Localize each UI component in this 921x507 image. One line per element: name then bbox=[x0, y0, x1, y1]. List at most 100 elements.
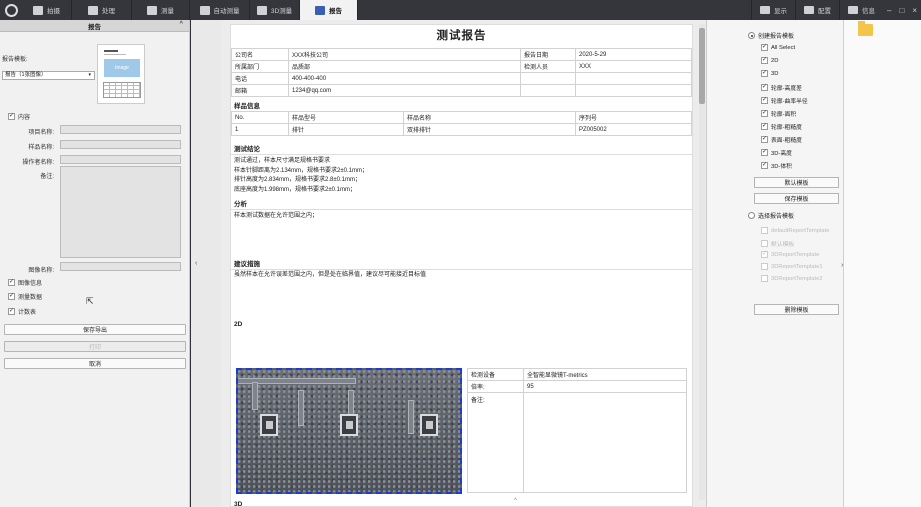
template-option-checkbox[interactable]: ✓ 2D bbox=[761, 57, 778, 64]
template-select[interactable]: 报告（1张图像） bbox=[2, 71, 95, 80]
image-info-cell: 备注: bbox=[467, 392, 524, 493]
info-row: 邮箱 1234@qq.com bbox=[231, 84, 692, 97]
save-export-button[interactable]: 保存导出 bbox=[4, 324, 186, 335]
radio-selected-icon bbox=[748, 32, 755, 39]
tab-process[interactable]: 处理 bbox=[72, 0, 132, 20]
report-settings-panel: 报告^ 报告模板: 报告（1张图像） Image ✓内容 项目名称: 样品名称:… bbox=[0, 20, 190, 507]
conclusion-line: 测试通过，样本尺寸满足规格书要求 bbox=[234, 158, 331, 164]
image-info-cell: 检测设备 bbox=[467, 368, 524, 381]
check-icon: ✓ bbox=[761, 136, 768, 143]
save-template-button[interactable]: 保存模板 bbox=[754, 193, 839, 204]
conclusion-line: 底座高度为1.998mm，规格书要求2±0.1mm； bbox=[234, 186, 356, 193]
saved-template-checkbox[interactable]: 3DReportTemplate2 bbox=[761, 275, 823, 282]
notes-textarea[interactable] bbox=[60, 166, 181, 258]
tab-3d-measure[interactable]: 3D测量 bbox=[250, 0, 300, 20]
check-icon: ✓ bbox=[761, 162, 768, 169]
check-icon: ✓ bbox=[761, 84, 768, 91]
panel-header[interactable]: 报告 ^ bbox=[0, 20, 189, 32]
camera-icon bbox=[33, 5, 43, 15]
info-row: 所属部门 品质部 检测人员 XXX bbox=[231, 60, 692, 73]
template-option-checkbox[interactable]: ✓ 轮廓-曲率半径 bbox=[761, 96, 808, 105]
auto-measure-icon bbox=[199, 5, 210, 15]
template-label: 报告模板: bbox=[2, 57, 28, 63]
template-option-checkbox[interactable]: ✓ 3D-体积 bbox=[761, 161, 792, 170]
default-template-button[interactable]: 默认模板 bbox=[754, 177, 839, 188]
count-table-checkbox[interactable]: ✓ 计数表 bbox=[8, 307, 36, 316]
tab-auto-measure[interactable]: 自动测量 bbox=[190, 0, 250, 20]
info-cell: XXX bbox=[575, 60, 692, 73]
template-option-checkbox[interactable]: ✓ 轮廓-粗糙度 bbox=[761, 122, 802, 131]
mouse-cursor-icon: ⇱ bbox=[86, 296, 94, 306]
maximize-icon[interactable]: □ bbox=[895, 6, 908, 15]
template-thumbnail: Image bbox=[97, 44, 145, 104]
saved-template-checkbox[interactable]: defaultReportTemplate bbox=[761, 227, 829, 234]
project-name-input[interactable] bbox=[60, 125, 181, 134]
create-template-radio[interactable]: 创建报告模板 bbox=[748, 31, 794, 40]
template-option-label: 表面-粗糙度 bbox=[771, 138, 802, 144]
image-name-label: 图像名称: bbox=[28, 268, 54, 274]
sample-cell: PZ005002 bbox=[575, 123, 692, 136]
check-icon: ✓ bbox=[761, 123, 768, 130]
top-right-controls: 显示 配置 信息 – □ × bbox=[751, 0, 921, 20]
scrollbar-thumb[interactable] bbox=[699, 28, 705, 104]
tab-capture[interactable]: 拍摄 bbox=[22, 0, 72, 20]
report-preview-area: 测试报告 公司名 XXX科技公司 报告日期 2020-5-29 所属部门 品质部 检测人员 X… bbox=[221, 20, 706, 507]
check-icon bbox=[761, 263, 768, 270]
image-name-input[interactable] bbox=[60, 262, 181, 271]
report-scrollbar[interactable] bbox=[699, 24, 705, 500]
minimize-icon[interactable]: – bbox=[883, 6, 895, 15]
template-option-checkbox[interactable]: ✓ 3D-高度 bbox=[761, 148, 792, 157]
info-cell: 品质部 bbox=[288, 60, 521, 73]
template-option-label: 3D-高度 bbox=[771, 151, 792, 157]
conclusion-line: 样本针脚距离为2.134mm，规格书要求2±0.1mm； bbox=[234, 167, 368, 174]
saved-template-checkbox[interactable]: 默认模板 bbox=[761, 239, 794, 248]
operator-name-input[interactable] bbox=[60, 155, 181, 164]
info-cell bbox=[520, 84, 576, 97]
saved-template-checkbox[interactable]: 3DReportTemplate1 bbox=[761, 263, 823, 270]
process-icon bbox=[88, 5, 98, 15]
template-option-checkbox[interactable]: ✓ 轮廓-面积 bbox=[761, 109, 796, 118]
delete-template-button[interactable]: 删除模板 bbox=[754, 304, 839, 315]
image-info-checkbox[interactable]: ✓ 图像信息 bbox=[8, 278, 42, 287]
app-logo-icon[interactable] bbox=[0, 0, 22, 20]
check-icon: ✓ bbox=[8, 279, 15, 286]
chevron-up-icon[interactable]: ^ bbox=[514, 498, 517, 504]
section-3d-title: 3D bbox=[234, 501, 243, 507]
close-icon[interactable]: × bbox=[908, 6, 921, 15]
image-info-cell: 全智能显微镜T-metrics bbox=[523, 368, 687, 381]
measure-data-checkbox[interactable]: ✓ 测量数据 bbox=[8, 292, 42, 301]
check-icon: ✓ bbox=[761, 44, 768, 51]
template-option-checkbox[interactable]: ✓ 3D bbox=[761, 70, 778, 77]
chevron-left-icon[interactable]: ‹ bbox=[195, 260, 197, 267]
saved-template-checkbox[interactable]: ✓ 3DReportTemplate bbox=[761, 251, 819, 258]
tab-report[interactable]: 报告 bbox=[300, 0, 358, 20]
print-button[interactable]: 打印 bbox=[4, 341, 186, 352]
template-option-label: 3D bbox=[771, 70, 779, 77]
conclusion-title: 测试结论 bbox=[234, 146, 260, 153]
gear-icon bbox=[804, 6, 815, 14]
info-row: 公司名 XXX科技公司 报告日期 2020-5-29 bbox=[231, 48, 692, 61]
cancel-button[interactable]: 取消 bbox=[4, 358, 186, 369]
thumbnail-image-placeholder: Image bbox=[104, 59, 140, 77]
conclusion-line: 排针高度为2.834mm，规格书要求2.8±0.1mm； bbox=[234, 177, 361, 184]
info-row: 电话 400-400-400 bbox=[231, 72, 692, 85]
folder-icon[interactable] bbox=[858, 21, 873, 36]
display-button[interactable]: 显示 bbox=[751, 0, 795, 20]
top-toolbar: 拍摄 处理 测量 自动测量 3D测量 报告 显示 配置 信息 – □ × bbox=[0, 0, 921, 20]
advice-text: 虽然样本在允许误差范围之内，但是处在临界值，建议尽可能接近目标值 bbox=[234, 272, 427, 279]
info-cell: 公司名 bbox=[231, 48, 289, 61]
check-icon: ✓ bbox=[761, 110, 768, 117]
info-cell bbox=[520, 72, 576, 85]
sample-name-input[interactable] bbox=[60, 140, 181, 149]
saved-template-label: 默认模板 bbox=[771, 242, 795, 248]
chevron-up-icon[interactable]: ^ bbox=[179, 21, 183, 27]
content-checkbox[interactable]: ✓ 内容 bbox=[8, 112, 30, 121]
tab-measure[interactable]: 测量 bbox=[132, 0, 190, 20]
config-button[interactable]: 配置 bbox=[795, 0, 839, 20]
template-option-checkbox[interactable]: ✓ 轮廓-高度差 bbox=[761, 83, 802, 92]
select-template-radio[interactable]: 选择报告模板 bbox=[748, 211, 794, 220]
image-info-table: 检测设备 全智能显微镜T-metrics 倍率: 95 备注: bbox=[467, 368, 687, 493]
template-option-checkbox[interactable]: ✓ All Select bbox=[761, 44, 795, 51]
template-option-checkbox[interactable]: ✓ 表面-粗糙度 bbox=[761, 135, 802, 144]
info-button[interactable]: 信息 bbox=[839, 0, 883, 20]
